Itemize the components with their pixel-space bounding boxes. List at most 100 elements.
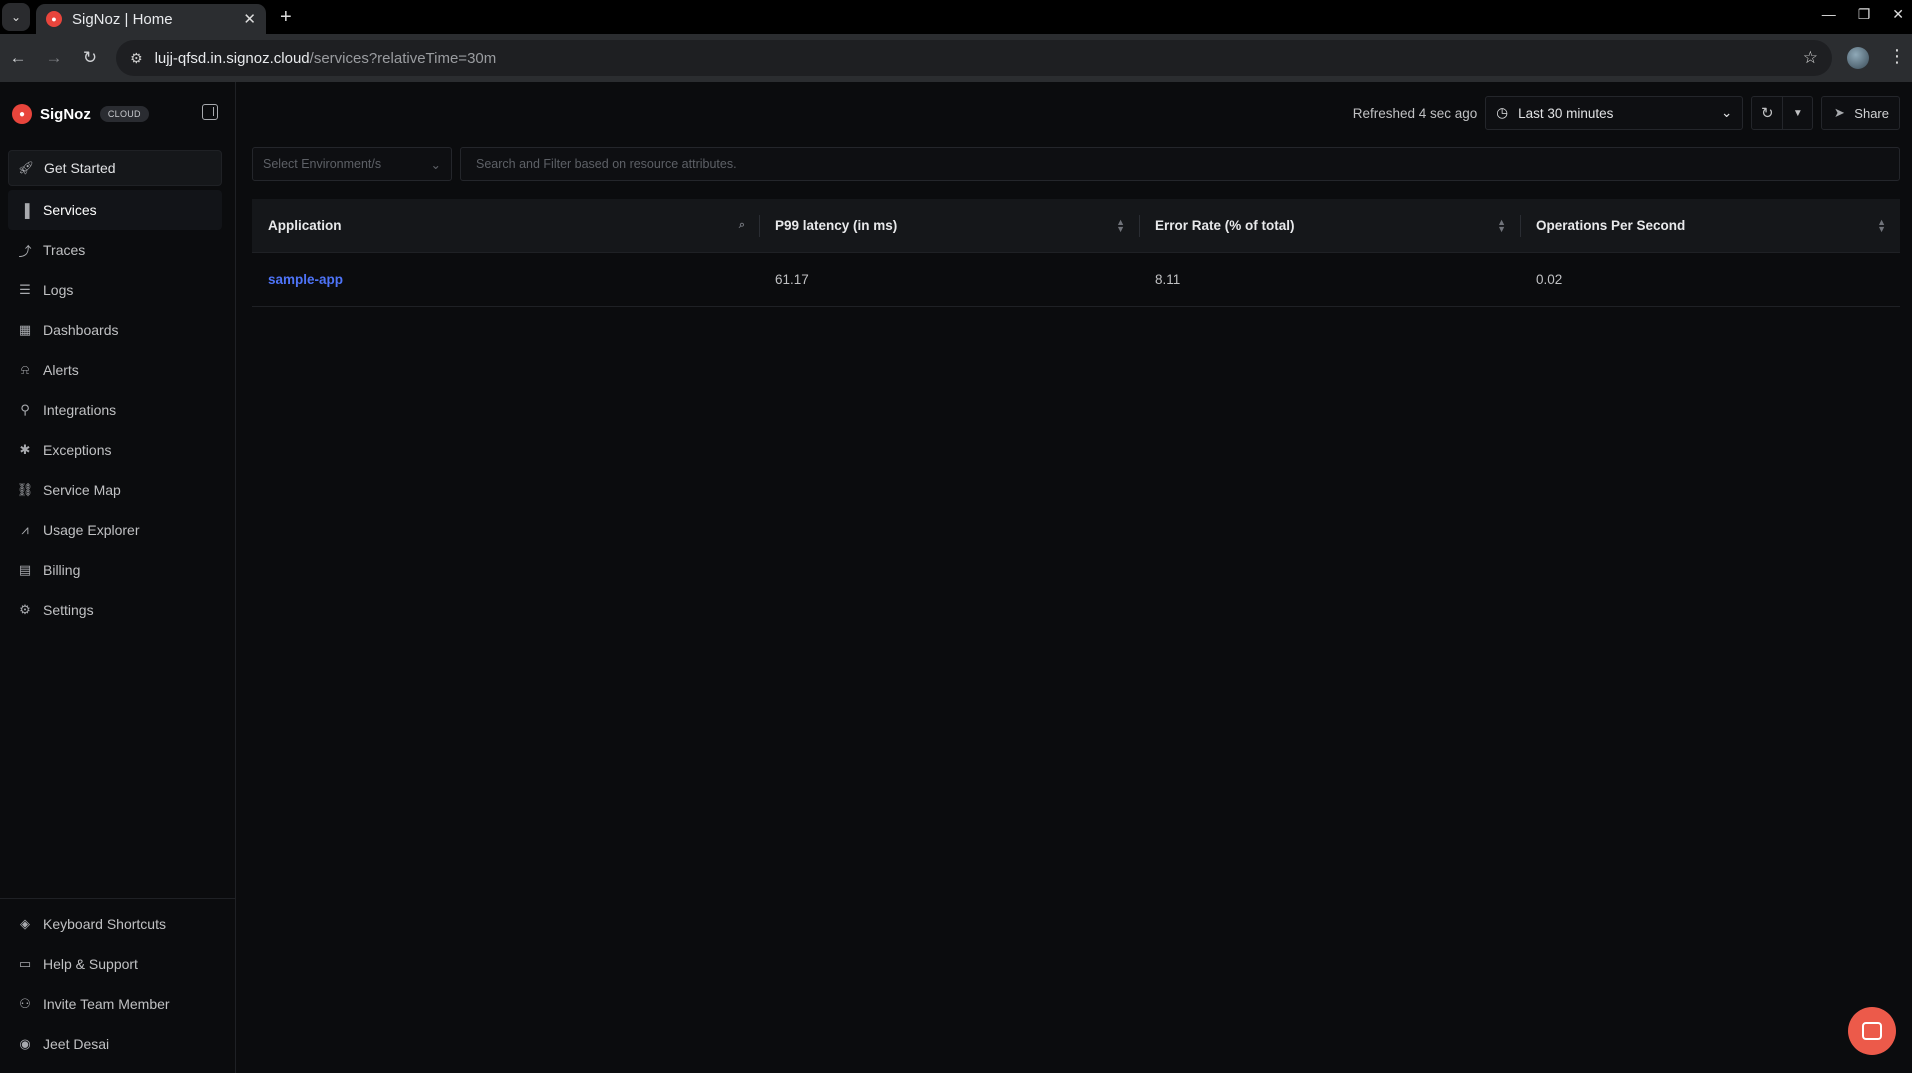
sidebar-item-label: Usage Explorer [43,522,140,538]
sidebar-item-label: Traces [43,242,86,258]
caret-down-icon: ▼ [1792,107,1803,119]
back-icon[interactable]: ← [0,48,36,68]
sidebar-item-service-map[interactable]: ⛓ Service Map [8,470,222,510]
site-info-icon[interactable]: ⚙ [130,50,143,67]
table-header: Application ⌕ P99 latency (in ms) ▲ ▼ Err… [252,199,1900,253]
message-icon: ▭ [18,956,32,971]
bell-icon: ⍾ [20,362,30,377]
tab-title: SigNoz | Home [72,10,173,28]
sidebar-bottom-nav: ◈ Keyboard Shortcuts ▭ Help & Support ⚇ … [8,904,222,1064]
signoz-logo-icon: ● [12,104,32,124]
p99-latency-value: 61.17 [775,272,809,287]
get-started-label: Get Started [44,160,116,176]
gear-icon: ⚙ [19,602,31,617]
sidebar-item-keyboard-shortcuts[interactable]: ◈ Keyboard Shortcuts [8,904,222,944]
tab-close-icon[interactable]: ✕ [243,10,256,28]
resource-search-input[interactable] [476,157,1884,171]
browser-tab[interactable]: ● SigNoz | Home ✕ [36,4,266,34]
sidebar: ● SigNoz CLOUD 🚀︎ Get Started ▐ Services… [0,82,236,1073]
minimize-icon[interactable]: — [1822,6,1836,23]
new-tab-icon[interactable]: + [280,6,292,29]
browser-toolbar: ← → ↻ ⚙ lujj-qfsd.in.signoz.cloud/servic… [0,34,1912,82]
application-link[interactable]: sample-app [252,272,759,287]
sidebar-item-label: Services [43,202,97,218]
share-label: Share [1854,105,1889,121]
sidebar-item-label: Exceptions [43,442,112,458]
sort-icon[interactable]: ▲ ▼ [1497,217,1506,233]
column-header-operations-per-second[interactable]: Operations Per Second ▲ ▼ [1520,199,1900,253]
logs-icon: ☰ [19,282,31,297]
bar-chart-icon: ▐ [20,202,30,218]
forward-icon[interactable]: → [36,48,72,68]
sidebar-item-exceptions[interactable]: ✱ Exceptions [8,430,222,470]
integrations-icon: ⚲ [20,402,30,417]
column-search-icon[interactable]: ⌕ [739,219,745,232]
dashboards-icon: ▦ [18,322,32,337]
column-label: Operations Per Second [1536,218,1686,233]
receipt-icon: ▤ [18,562,32,577]
browser-menu-icon[interactable]: ⋮ [1888,46,1906,67]
sidebar-item-logs[interactable]: ☰ Logs [8,270,222,310]
bug-icon: ✱ [19,442,31,457]
chevron-down-icon: ⌄ [1720,105,1733,120]
sort-icon[interactable]: ▲ ▼ [1877,217,1886,233]
sidebar-item-settings[interactable]: ⚙ Settings [8,590,222,630]
refresh-interval-dropdown[interactable]: ▼ [1783,96,1814,130]
chevron-down-icon: ⌄ [430,157,441,172]
top-toolbar: Refreshed 4 sec ago ◷ Last 30 minutes ⌄ … [1353,96,1900,130]
column-header-error-rate[interactable]: Error Rate (% of total) ▲ ▼ [1139,199,1520,253]
sidebar-item-billing[interactable]: ▤ Billing [8,550,222,590]
reload-icon[interactable]: ↻ [72,48,108,68]
chat-icon [1862,1022,1882,1040]
refresh-button[interactable]: ↻ [1751,96,1784,130]
column-label: Application [268,218,342,233]
sidebar-item-label: Logs [43,282,74,298]
restore-icon[interactable]: ❐ [1858,6,1871,23]
main-content: Refreshed 4 sec ago ◷ Last 30 minutes ⌄ … [237,82,1912,1073]
sidebar-item-integrations[interactable]: ⚲ Integrations [8,390,222,430]
line-chart-icon: ⩘ [21,522,29,537]
collapse-sidebar-icon[interactable] [202,104,218,120]
column-label: P99 latency (in ms) [775,218,898,233]
environment-select[interactable]: Select Environment/s ⌄ [252,147,452,181]
traces-icon: ⤴ [18,243,32,259]
cloud-badge: CLOUD [99,106,149,122]
table-row: sample-app 61.17 8.11 0.02 [252,253,1900,307]
sidebar-item-label: Integrations [43,402,117,418]
time-range-select[interactable]: ◷ Last 30 minutes ⌄ [1485,96,1744,130]
address-bar[interactable]: ⚙ lujj-qfsd.in.signoz.cloud/services?rel… [116,40,1832,76]
url-path: /services?relativeTime=30m [309,49,497,67]
time-range-value: Last 30 minutes [1518,105,1614,121]
sidebar-item-user-profile[interactable]: ◉ Jeet Desai [8,1024,222,1064]
column-header-application[interactable]: Application ⌕ [252,199,759,253]
share-button[interactable]: ➤ Share [1821,96,1900,130]
user-plus-icon: ⚇ [19,996,31,1011]
sidebar-item-services[interactable]: ▐ Services [8,190,222,230]
sidebar-item-usage-explorer[interactable]: ⩘ Usage Explorer [8,510,222,550]
sidebar-item-alerts[interactable]: ⍾ Alerts [8,350,222,390]
sidebar-item-dashboards[interactable]: ▦ Dashboards [8,310,222,350]
tab-search-button[interactable]: ⌄ [2,3,30,31]
column-header-p99-latency[interactable]: P99 latency (in ms) ▲ ▼ [759,199,1139,253]
window-controls: — ❐ ✕ [1822,6,1904,23]
bookmark-star-icon[interactable]: ☆ [1803,48,1818,68]
sort-icon[interactable]: ▲ ▼ [1116,217,1125,233]
sidebar-item-invite-team-member[interactable]: ⚇ Invite Team Member [8,984,222,1024]
sidebar-item-label: Billing [43,562,81,578]
get-started-button[interactable]: 🚀︎ Get Started [8,150,222,186]
brand-name: SigNoz [40,105,91,123]
url-host: lujj-qfsd.in.signoz.cloud [154,49,310,67]
sidebar-divider [0,898,236,899]
window-close-icon[interactable]: ✕ [1892,6,1904,23]
refresh-icon: ↻ [1761,105,1774,122]
support-chat-button[interactable] [1848,1007,1896,1055]
sidebar-item-traces[interactable]: ⤴ Traces [8,230,222,270]
layers-icon: ◈ [20,916,30,931]
services-table: Application ⌕ P99 latency (in ms) ▲ ▼ Err… [252,199,1900,307]
column-label: Error Rate (% of total) [1155,218,1295,233]
rocket-icon: 🚀︎ [17,160,35,175]
sidebar-item-label: Invite Team Member [43,996,170,1012]
brand[interactable]: ● SigNoz CLOUD [12,104,149,124]
sidebar-item-help-support[interactable]: ▭ Help & Support [8,944,222,984]
profile-avatar[interactable] [1847,47,1869,69]
